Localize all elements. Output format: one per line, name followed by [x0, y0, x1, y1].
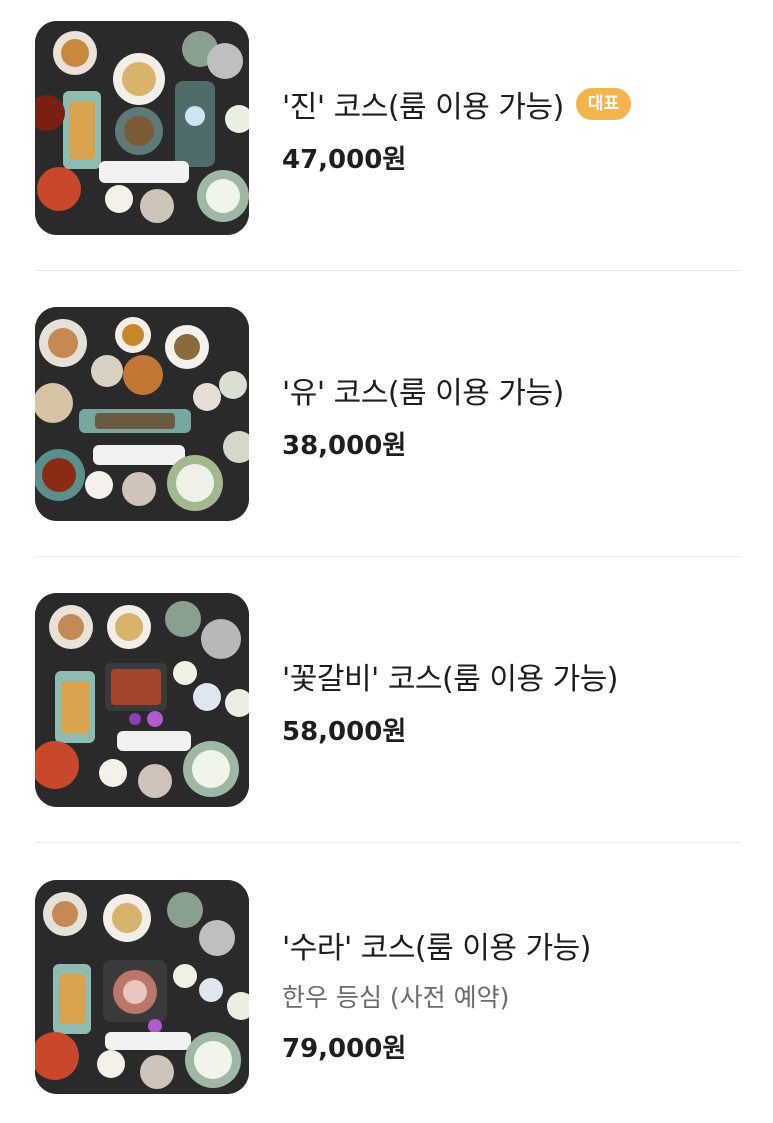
- menu-item-price: 38,000원: [282, 431, 407, 461]
- menu-list: '진' 코스(룸 이용 가능) 대표 47,000원 '유' 코스(룸 이용 가…: [0, 0, 773, 1123]
- menu-item-price: 79,000원: [282, 1034, 407, 1064]
- menu-item[interactable]: '유' 코스(룸 이용 가능) 38,000원: [35, 307, 740, 523]
- menu-item[interactable]: '꽃갈비' 코스(룸 이용 가능) 58,000원: [35, 593, 740, 809]
- menu-item-name: '진' 코스(룸 이용 가능): [282, 90, 564, 125]
- food-photo-icon: [35, 880, 249, 1094]
- menu-item-name: '수라' 코스(룸 이용 가능): [282, 931, 591, 966]
- featured-badge: 대표: [575, 88, 632, 120]
- divider: [35, 556, 740, 557]
- menu-item-price: 47,000원: [282, 145, 407, 175]
- menu-item[interactable]: '수라' 코스(룸 이용 가능) 한우 등심 (사전 예약) 79,000원: [35, 880, 740, 1096]
- menu-item-photo[interactable]: [35, 593, 249, 807]
- menu-item[interactable]: '진' 코스(룸 이용 가능) 대표 47,000원: [35, 21, 740, 237]
- menu-item-name: '유' 코스(룸 이용 가능): [282, 376, 564, 411]
- menu-item-description: 한우 등심 (사전 예약): [282, 983, 510, 1012]
- food-photo-icon: [35, 21, 249, 235]
- divider: [35, 270, 740, 271]
- menu-item-photo[interactable]: [35, 880, 249, 1094]
- divider: [35, 842, 740, 843]
- menu-item-photo[interactable]: [35, 21, 249, 235]
- menu-item-name: '꽃갈비' 코스(룸 이용 가능): [282, 662, 619, 697]
- food-photo-icon: [35, 593, 249, 807]
- menu-item-price: 58,000원: [282, 717, 407, 747]
- menu-item-photo[interactable]: [35, 307, 249, 521]
- food-photo-icon: [35, 307, 249, 521]
